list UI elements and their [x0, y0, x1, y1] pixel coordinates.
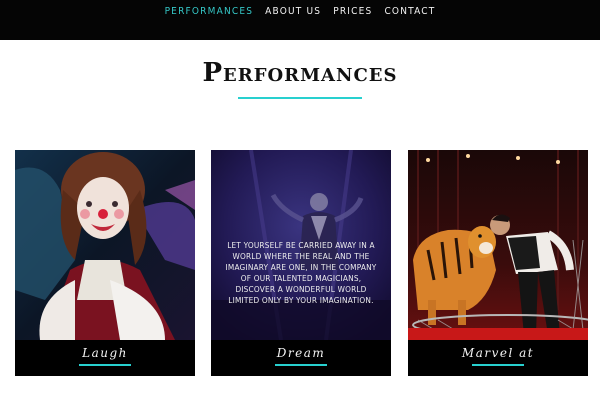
nav-link-about-us[interactable]: About us: [265, 6, 321, 17]
top-nav: Performances About us Prices Contact: [0, 0, 600, 40]
card-caption-laugh[interactable]: Laugh: [82, 346, 128, 360]
nav-link-performances[interactable]: Performances: [165, 6, 254, 17]
card-marvel-at[interactable]: Marvel at: [408, 150, 588, 376]
magician-photo: Let yourself be carried away in a world …: [211, 150, 391, 340]
dream-description: Let yourself be carried away in a world …: [225, 240, 377, 305]
tiger-tamer-photo: [408, 150, 588, 340]
title-underline: [238, 97, 362, 99]
card-caption-marvel-at[interactable]: Marvel at: [462, 346, 534, 360]
section-title: Performances: [202, 58, 398, 88]
card-caption-bar: Dream: [211, 340, 391, 376]
nav-link-contact[interactable]: Contact: [384, 6, 435, 17]
nav-link-prices[interactable]: Prices: [333, 6, 372, 17]
card-caption-dream[interactable]: Dream: [277, 346, 326, 360]
caption-underline: [275, 364, 327, 366]
caption-underline: [472, 364, 524, 366]
clown-photo: [15, 150, 195, 340]
card-dream[interactable]: Let yourself be carried away in a world …: [211, 150, 391, 376]
card-caption-bar: Marvel at: [408, 340, 588, 376]
card-laugh[interactable]: Laugh: [15, 150, 195, 376]
card-caption-bar: Laugh: [15, 340, 195, 376]
caption-underline: [79, 364, 131, 366]
